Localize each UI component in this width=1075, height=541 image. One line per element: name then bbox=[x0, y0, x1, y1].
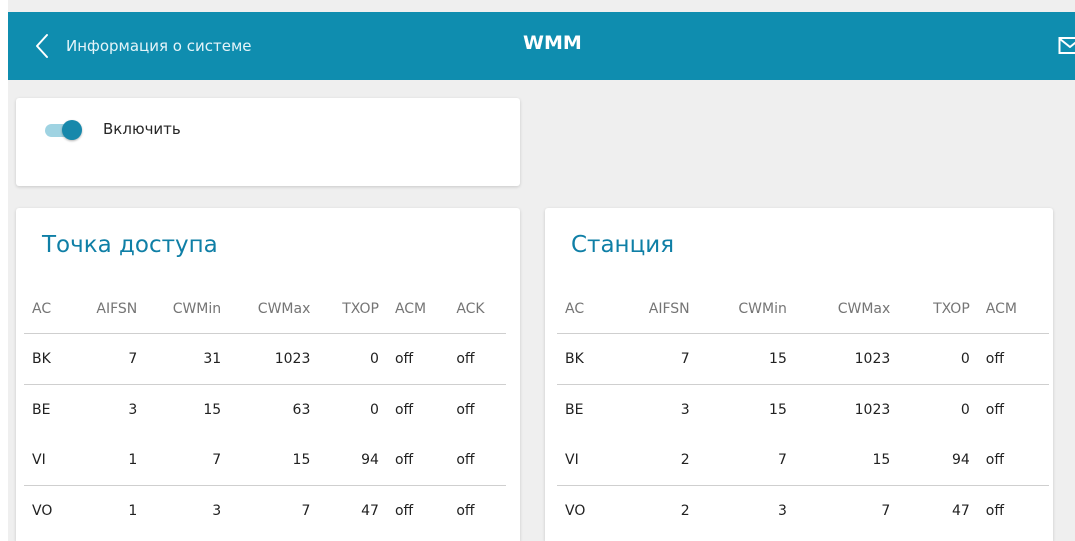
enable-toggle[interactable] bbox=[44, 120, 84, 140]
column-header-txop: TXOP bbox=[318, 284, 387, 334]
cell-ack: off bbox=[448, 435, 506, 486]
column-header-ack: ACK bbox=[448, 284, 506, 334]
mail-icon[interactable] bbox=[1058, 36, 1075, 56]
cell-ack: off bbox=[456, 402, 475, 418]
cell-txop: 94 bbox=[898, 435, 978, 486]
table-row[interactable]: BE 3 15 1023 0 off bbox=[557, 385, 1049, 436]
cell-acm: off bbox=[394, 503, 414, 519]
cell-cwmax: 15 bbox=[794, 435, 899, 486]
chevron-left-icon bbox=[36, 34, 48, 58]
cell-cwmin: 3 bbox=[212, 503, 222, 519]
enable-card: Включить bbox=[16, 98, 520, 186]
column-header-cwmax: CWMax bbox=[229, 284, 319, 334]
table-row[interactable]: BE 3 15 63 0 off off bbox=[24, 385, 506, 436]
column-header-ac: AC bbox=[557, 284, 612, 334]
cell-txop: 0 bbox=[960, 402, 970, 418]
column-header-txop: TXOP bbox=[898, 284, 978, 334]
table-row[interactable]: BK 7 31 1023 0 off off bbox=[24, 333, 506, 385]
cell-cwmin: 31 bbox=[145, 333, 230, 385]
column-header-acm: ACM bbox=[977, 284, 1049, 334]
cell-ack: off bbox=[456, 503, 475, 519]
cell-txop: 47 bbox=[361, 503, 379, 519]
cell-acm: off bbox=[985, 503, 1004, 519]
cell-cwmax: 7 bbox=[301, 503, 311, 519]
cell-aifsn: 2 bbox=[611, 435, 698, 486]
cell-cwmin: 7 bbox=[697, 435, 795, 486]
header-bar: Информация о системе WMM bbox=[8, 12, 1075, 80]
cell-aifsn: 7 bbox=[71, 333, 146, 385]
enable-label: Включить bbox=[103, 120, 181, 138]
cell-aifsn: 1 bbox=[71, 435, 146, 486]
access-point-table: AC AIFSN CWMin CWMax TXOP ACM ACK BK 7 3… bbox=[24, 284, 506, 536]
cell-cwmin: 7 bbox=[145, 435, 230, 486]
cell-txop: 0 bbox=[318, 333, 387, 385]
toggle-knob bbox=[62, 120, 82, 140]
cell-cwmin: 3 bbox=[777, 503, 787, 519]
cell-txop: 0 bbox=[370, 402, 379, 418]
cell-ac: VI bbox=[557, 435, 612, 486]
column-header-aifsn: AIFSN bbox=[611, 284, 698, 334]
cell-ac: BE bbox=[32, 402, 51, 418]
cell-aifsn: 7 bbox=[611, 333, 698, 385]
table-row[interactable]: VO 1 3 7 47 off off bbox=[24, 486, 506, 537]
access-point-title: Точка доступа bbox=[42, 232, 218, 258]
station-title: Станция bbox=[571, 232, 675, 258]
cell-txop: 94 bbox=[318, 435, 387, 486]
column-header-ac: AC bbox=[24, 284, 72, 334]
cell-aifsn: 3 bbox=[128, 402, 138, 418]
cell-aifsn: 2 bbox=[680, 503, 690, 519]
cell-cwmax: 1023 bbox=[229, 333, 319, 385]
cell-acm: off bbox=[977, 333, 1049, 385]
access-point-card: Точка доступа AC AIFSN CWMin CWMax TXOP … bbox=[16, 208, 520, 541]
page-title: WMM bbox=[523, 32, 582, 54]
cell-cwmin: 15 bbox=[697, 333, 795, 385]
cell-ac: BE bbox=[565, 402, 584, 418]
cell-ac: VO bbox=[565, 503, 586, 519]
cell-acm: off bbox=[977, 435, 1049, 486]
table-header-row: AC AIFSN CWMin CWMax TXOP ACM bbox=[557, 284, 1049, 334]
cell-acm: off bbox=[985, 402, 1004, 418]
cell-ac: BK bbox=[24, 333, 72, 385]
back-link-label: Информация о системе bbox=[66, 37, 252, 55]
cell-aifsn: 3 bbox=[680, 402, 690, 418]
station-table: AC AIFSN CWMin CWMax TXOP ACM BK 7 15 10… bbox=[557, 284, 1049, 536]
back-link[interactable]: Информация о системе bbox=[32, 31, 252, 61]
table-row[interactable]: VI 1 7 15 94 off off bbox=[24, 435, 506, 486]
cell-cwmax: 7 bbox=[881, 503, 891, 519]
cell-cwmax: 63 bbox=[292, 402, 311, 418]
cell-txop: 47 bbox=[951, 503, 970, 519]
cell-aifsn: 1 bbox=[128, 503, 138, 519]
table-row[interactable]: BK 7 15 1023 0 off bbox=[557, 333, 1049, 385]
cell-acm: off bbox=[394, 402, 414, 418]
column-header-cwmin: CWMin bbox=[697, 284, 795, 334]
cell-ac: VO bbox=[32, 503, 53, 519]
cell-txop: 0 bbox=[898, 333, 978, 385]
column-header-aifsn: AIFSN bbox=[71, 284, 146, 334]
table-header-row: AC AIFSN CWMin CWMax TXOP ACM ACK bbox=[24, 284, 506, 334]
cell-acm: off bbox=[386, 435, 449, 486]
cell-cwmin: 15 bbox=[203, 402, 222, 418]
column-header-acm: ACM bbox=[386, 284, 449, 334]
cell-ack: off bbox=[448, 333, 506, 385]
column-header-cwmin: CWMin bbox=[145, 284, 230, 334]
page: Информация о системе WMM Включить Точка … bbox=[8, 0, 1075, 541]
cell-cwmax: 15 bbox=[229, 435, 319, 486]
cell-ac: BK bbox=[557, 333, 612, 385]
table-row[interactable]: VO 2 3 7 47 off bbox=[557, 486, 1049, 537]
cell-cwmax: 1023 bbox=[794, 333, 899, 385]
station-card: Станция AC AIFSN CWMin CWMax TXOP ACM BK… bbox=[545, 208, 1053, 541]
cell-cwmax: 1023 bbox=[854, 402, 891, 418]
cell-acm: off bbox=[386, 333, 449, 385]
column-header-cwmax: CWMax bbox=[794, 284, 899, 334]
cell-ac: VI bbox=[24, 435, 72, 486]
table-row[interactable]: VI 2 7 15 94 off bbox=[557, 435, 1049, 486]
cell-cwmin: 15 bbox=[769, 402, 787, 418]
